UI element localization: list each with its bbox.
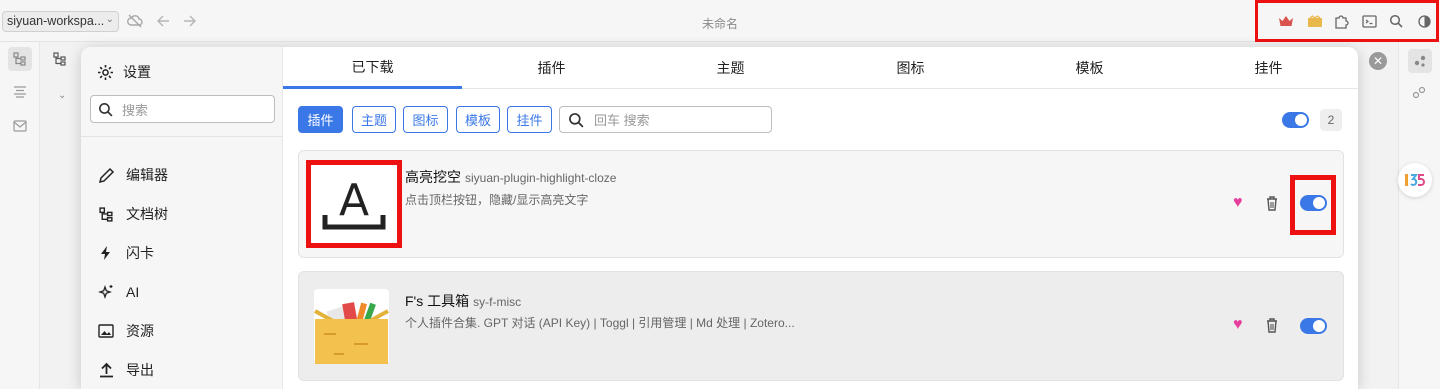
image-icon <box>97 322 115 340</box>
filter-icons-button[interactable]: 图标 <box>403 106 448 133</box>
plugin-icon-letter: A <box>339 175 369 226</box>
tab-label: 主题 <box>716 60 745 76</box>
filter-themes-button[interactable]: 主题 <box>352 106 396 133</box>
plugin-enable-toggle[interactable] <box>1300 318 1327 334</box>
bazaar-search-input[interactable]: 回车 搜索 <box>559 106 772 133</box>
tab-label: 插件 <box>537 60 566 76</box>
sidebar-item-doctree[interactable]: 文档树 <box>97 204 168 224</box>
filter-chip-label: 挂件 <box>516 113 543 128</box>
tab-widgets[interactable]: 挂件 <box>1179 47 1358 89</box>
tab-label: 挂件 <box>1254 60 1283 76</box>
terminal-icon[interactable] <box>1361 13 1377 29</box>
chevron-down-icon: ⌄ <box>105 14 114 25</box>
filter-chip-label: 主题 <box>360 113 387 128</box>
plugin-enable-toggle[interactable] <box>1300 195 1327 211</box>
filter-plugins-button[interactable]: 插件 <box>298 106 343 133</box>
close-settings-icon[interactable]: ✕ <box>1369 52 1387 70</box>
toggle-all-plugins[interactable] <box>1282 112 1309 128</box>
outline-icon[interactable] <box>8 80 32 104</box>
crown-icon[interactable] <box>1278 13 1294 29</box>
puzzle-icon[interactable] <box>1333 13 1349 29</box>
filter-chip-label: 插件 <box>307 113 334 128</box>
theme-icon[interactable] <box>1416 13 1432 29</box>
sidebar-item-label: 编辑器 <box>126 167 168 183</box>
cloud-off-icon[interactable] <box>126 12 144 30</box>
sidebar-item-assets[interactable]: 资源 <box>97 321 154 341</box>
settings-search-placeholder: 搜索 <box>122 102 149 118</box>
flash-icon <box>97 244 115 262</box>
float-widget-icon[interactable] <box>1398 163 1432 197</box>
workspace-select[interactable]: siyuan-workspa... ⌄ <box>2 11 119 32</box>
plugin-package: sy-f-misc <box>473 295 522 309</box>
sidebar-item-ai[interactable]: AI <box>97 282 139 302</box>
sidebar-divider <box>81 136 282 137</box>
plugin-description: 个人插件合集. GPT 对话 (API Key) | Toggl | 引用管理 … <box>405 316 795 330</box>
tab-templates[interactable]: 模板 <box>1000 47 1179 89</box>
file-tree-icon[interactable] <box>8 47 32 71</box>
sidebar-item-label: 资源 <box>126 323 154 339</box>
back-arrow-icon[interactable] <box>154 12 172 30</box>
forward-arrow-icon[interactable] <box>181 12 199 30</box>
sidebar-item-editor[interactable]: 编辑器 <box>97 165 168 185</box>
gear-icon <box>98 64 113 80</box>
doctree-icon <box>97 205 115 223</box>
tab-themes[interactable]: 主题 <box>641 47 820 89</box>
tab-plugins[interactable]: 插件 <box>462 47 641 89</box>
tab-downloaded[interactable]: 已下载 <box>283 47 462 89</box>
sidebar-item-label: 文档树 <box>126 206 168 222</box>
vip-icon[interactable] <box>1307 13 1323 29</box>
filter-templates-button[interactable]: 模板 <box>456 106 500 133</box>
settings-title: 设置 <box>97 61 151 83</box>
upload-icon <box>97 361 115 379</box>
plugin-title: F's 工具箱 sy-f-misc <box>405 291 521 311</box>
search-icon <box>569 112 584 128</box>
settings-title-label: 设置 <box>123 64 151 80</box>
plugin-package: siyuan-plugin-highlight-cloze <box>465 171 617 185</box>
sidebar-item-label: 导出 <box>126 362 154 378</box>
inbox-icon[interactable] <box>8 114 32 138</box>
settings-dialog: 设置 搜索 编辑器 文档树 闪卡 AI 资源 导出 已下载 插件 主题 图标 模… <box>81 47 1358 389</box>
plugin-icon-toolbox <box>314 289 389 364</box>
trash-icon[interactable] <box>1266 318 1278 336</box>
doc-tree-header-icon <box>53 52 67 69</box>
window-title: 未命名 <box>701 17 738 31</box>
filter-chip-label: 模板 <box>464 113 491 128</box>
settings-search-input[interactable]: 搜索 <box>90 95 275 123</box>
pencil-icon <box>97 166 115 184</box>
expand-chevron-icon[interactable]: ⌄ <box>58 90 66 101</box>
plugin-description: 点击顶栏按钮，隐藏/显示高亮文字 <box>405 193 589 207</box>
filter-chip-label: 图标 <box>412 113 439 128</box>
sidebar-item-label: 闪卡 <box>126 245 154 261</box>
workspace-name: siyuan-workspa... <box>7 14 105 28</box>
plugin-title: 高亮挖空 siyuan-plugin-highlight-cloze <box>405 167 616 187</box>
trash-icon[interactable] <box>1266 196 1278 214</box>
global-graph-icon[interactable] <box>1412 86 1426 103</box>
sparkle-icon <box>97 283 115 301</box>
filter-widgets-button[interactable]: 挂件 <box>507 106 552 133</box>
plugin-count-badge: 2 <box>1320 109 1342 131</box>
tab-label: 已下载 <box>351 58 394 75</box>
graph-icon[interactable] <box>1408 49 1432 73</box>
heart-icon[interactable]: ♥ <box>1233 194 1243 212</box>
tab-label: 模板 <box>1075 60 1104 76</box>
search-icon <box>99 102 113 117</box>
bazaar-search-placeholder: 回车 搜索 <box>594 113 650 128</box>
sidebar-item-flashcard[interactable]: 闪卡 <box>97 243 154 263</box>
sidebar-item-export[interactable]: 导出 <box>97 360 154 380</box>
tab-label: 图标 <box>896 60 925 76</box>
heart-icon[interactable]: ♥ <box>1233 316 1243 334</box>
plugin-name: F's 工具箱 <box>405 293 470 309</box>
plugin-icon-highlight-cloze: A <box>306 160 402 248</box>
plugin-name: 高亮挖空 <box>405 169 461 185</box>
sidebar-item-label: AI <box>126 284 140 300</box>
search-icon[interactable] <box>1388 13 1404 29</box>
tab-icons[interactable]: 图标 <box>821 47 1000 89</box>
